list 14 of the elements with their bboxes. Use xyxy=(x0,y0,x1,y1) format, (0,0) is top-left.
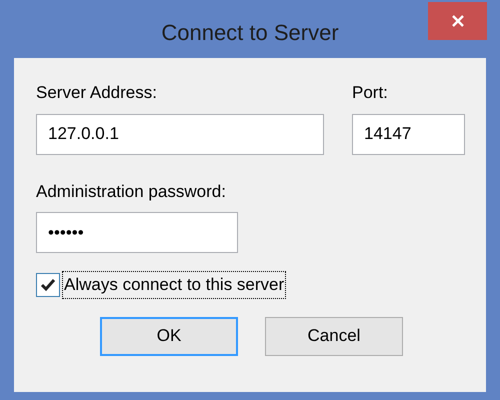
field-label: Port: xyxy=(352,82,389,104)
password-field[interactable]: •••••• xyxy=(36,212,238,253)
server-address-field[interactable]: 127.0.0.1 xyxy=(36,114,324,154)
dialog-button[interactable]: Cancel xyxy=(265,316,403,356)
checkbox-label[interactable]: Always connect to this server xyxy=(62,271,286,298)
field-label: Administration password: xyxy=(36,180,227,202)
field-label: Server Address: xyxy=(36,82,158,104)
port-field[interactable]: 14147 xyxy=(352,114,465,154)
check-icon xyxy=(40,278,56,292)
checkbox[interactable] xyxy=(36,272,60,297)
window-title: Connect to Server xyxy=(161,19,339,47)
close-icon xyxy=(450,14,464,28)
close-button[interactable] xyxy=(428,2,487,40)
dialog-button[interactable]: OK xyxy=(100,316,238,356)
